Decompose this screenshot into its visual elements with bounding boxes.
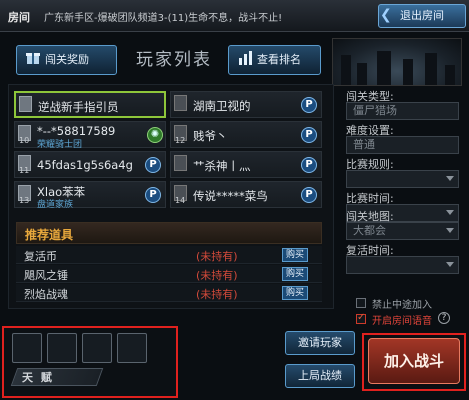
recommend-title: 推荐道具 xyxy=(25,228,74,242)
mode-value: 僵尸猎场 xyxy=(353,104,397,117)
player-clan: 盘道家族 xyxy=(37,200,74,210)
player-slot[interactable]: 13 Xlao苯苯 盘道家族 P xyxy=(14,181,166,210)
player-name: *--*58817589 xyxy=(37,124,116,138)
player-name: 传说*****菜鸟 xyxy=(193,189,268,203)
avatar xyxy=(174,155,187,171)
talent-slot[interactable] xyxy=(82,333,112,363)
recommend-header: 推荐道具 xyxy=(16,222,322,244)
p-badge-icon: P xyxy=(301,157,317,173)
item-status: (未持有) xyxy=(196,288,238,301)
gear-badge-icon: ✺ xyxy=(147,127,163,143)
reward-label: 闯关奖励 xyxy=(45,53,89,66)
player-name: 艹杀神丨灬 xyxy=(193,159,251,173)
item-status: (未持有) xyxy=(196,250,238,263)
rules-select[interactable] xyxy=(346,170,459,188)
map-select[interactable]: 大都会 xyxy=(346,222,459,240)
chevron-down-icon xyxy=(446,228,454,233)
avatar xyxy=(174,95,187,111)
last-match-button[interactable]: 上局战绩 xyxy=(285,364,355,388)
player-name: 湖南卫视的 xyxy=(193,99,251,113)
map-preview-image xyxy=(332,38,462,86)
invite-label: 邀请玩家 xyxy=(298,336,342,349)
player-slot[interactable]: 11 45fdas1g5s6a4g P xyxy=(14,151,166,178)
buy-button[interactable]: 购买 xyxy=(282,267,308,281)
chevron-down-icon xyxy=(446,262,454,267)
reward-icon xyxy=(26,53,40,64)
item-status: (未持有) xyxy=(196,269,238,282)
difficulty-value: 普通 xyxy=(353,138,375,151)
talent-slot[interactable] xyxy=(12,333,42,363)
voice-label: 开启房间语音 xyxy=(372,316,432,327)
revive-select[interactable] xyxy=(346,256,459,274)
player-level: 10 xyxy=(19,136,30,145)
difficulty-select[interactable]: 普通 xyxy=(346,136,459,154)
no-join-checkbox[interactable] xyxy=(356,298,366,308)
chevron-down-icon xyxy=(446,176,454,181)
chevron-down-icon xyxy=(446,210,454,215)
reward-button[interactable]: 闯关奖励 xyxy=(16,45,117,75)
rank-label: 查看排名 xyxy=(257,53,301,66)
player-slot[interactable]: 艹杀神丨灬 P xyxy=(170,151,322,178)
player-slot[interactable]: 10 *--*58817589 荣耀骑士团 ✺ xyxy=(14,121,166,150)
invite-player-button[interactable]: 邀请玩家 xyxy=(285,331,355,355)
rank-button[interactable]: 查看排名 xyxy=(228,45,321,75)
preview-figure xyxy=(403,59,413,85)
p-badge-icon: P xyxy=(145,157,161,173)
preview-figure xyxy=(425,53,437,85)
player-slot[interactable]: 湖南卫视的 P xyxy=(170,91,322,118)
player-name: 逆战新手指引员 xyxy=(38,100,119,114)
map-value: 大都会 xyxy=(353,224,386,237)
no-join-label: 禁止中途加入 xyxy=(372,300,432,311)
preview-figure xyxy=(357,63,367,85)
buy-button[interactable]: 购买 xyxy=(282,286,308,300)
player-level: 12 xyxy=(175,136,186,145)
buy-button[interactable]: 购买 xyxy=(282,248,308,262)
join-label: 加入战斗 xyxy=(383,352,444,370)
talent-slot[interactable] xyxy=(47,333,77,363)
player-slot[interactable]: 12 贱爷丶 P xyxy=(170,121,322,148)
exit-room-label: 退出房间 xyxy=(400,9,444,22)
history-label: 上局战绩 xyxy=(298,369,342,382)
p-badge-icon: P xyxy=(301,127,317,143)
player-name: 贱爷丶 xyxy=(193,129,228,143)
back-arrow-icon: ❮ xyxy=(380,7,392,23)
join-battle-button[interactable]: 加入战斗 xyxy=(368,338,460,384)
player-list-title: 玩家列表 xyxy=(136,50,212,70)
player-level: 11 xyxy=(19,166,30,175)
talent-slot[interactable] xyxy=(117,333,147,363)
item-name: 飓风之锤 xyxy=(24,269,68,282)
player-slot[interactable]: 逆战新手指引员 xyxy=(14,91,166,118)
help-icon[interactable]: ? xyxy=(438,312,450,324)
talent-label: 天 赋 xyxy=(22,371,54,384)
mode-select[interactable]: 僵尸猎场 xyxy=(346,102,459,120)
player-slot[interactable]: 14 传说*****菜鸟 P xyxy=(170,181,322,208)
item-name: 复活币 xyxy=(24,250,57,263)
p-badge-icon: P xyxy=(301,97,317,113)
player-level: 13 xyxy=(19,196,30,205)
avatar xyxy=(19,96,32,112)
recommend-item-row: 烈焰战魂 (未持有) 购买 xyxy=(16,284,322,302)
player-clan: 荣耀骑士团 xyxy=(37,140,83,150)
item-name: 烈焰战魂 xyxy=(24,288,68,301)
p-badge-icon: P xyxy=(145,187,161,203)
preview-figure xyxy=(377,51,391,85)
p-badge-icon: P xyxy=(301,187,317,203)
bar-chart-icon xyxy=(239,51,252,65)
player-level: 14 xyxy=(175,196,186,205)
voice-checkbox[interactable] xyxy=(356,312,366,324)
player-name: 45fdas1g5s6a4g xyxy=(37,158,133,172)
recommend-item-row: 复活币 (未持有) 购买 xyxy=(16,246,322,264)
preview-figure xyxy=(341,55,351,85)
room-info: 广东新手区-爆破团队频道3-(11)生命不息，战斗不止! xyxy=(44,13,283,24)
preview-figure xyxy=(445,65,455,85)
room-label: 房间 xyxy=(8,11,30,24)
recommend-item-row: 飓风之锤 (未持有) 购买 xyxy=(16,265,322,283)
